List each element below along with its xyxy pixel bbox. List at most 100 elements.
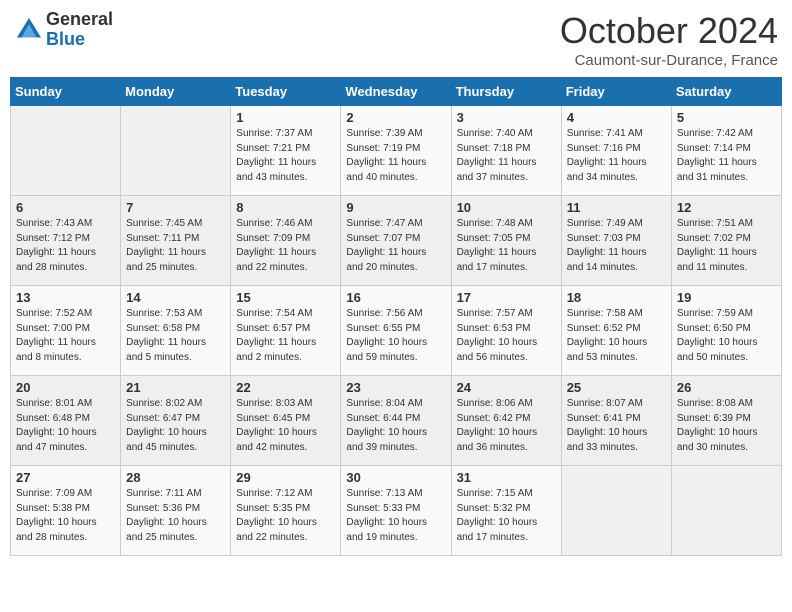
day-number: 30 xyxy=(346,470,445,485)
calendar-cell: 23 Sunrise: 8:04 AMSunset: 6:44 PMDayligh… xyxy=(341,376,451,466)
calendar-week-5: 27Sunrise: 7:09 AMSunset: 5:38 PMDayligh… xyxy=(11,466,782,556)
day-number: 3 xyxy=(457,110,556,125)
day-number: 10 xyxy=(457,200,556,215)
calendar-cell: 30 Sunrise: 7:13 AMSunset: 5:33 PMDayligh… xyxy=(341,466,451,556)
calendar-cell: 17 Sunrise: 7:57 AMSunset: 6:53 PMDayligh… xyxy=(451,286,561,376)
calendar-cell: 28Sunrise: 7:11 AMSunset: 5:36 PMDayligh… xyxy=(121,466,231,556)
day-number: 25 xyxy=(567,380,666,395)
calendar-cell xyxy=(561,466,671,556)
day-info: Sunrise: 7:53 AMSunset: 6:58 PMDaylight:… xyxy=(126,307,225,365)
day-number: 27 xyxy=(16,470,115,485)
day-info: Sunrise: 7:45 AMSunset: 7:11 PMDaylight:… xyxy=(126,217,225,275)
day-info: Sunrise: 7:52 AMSunset: 7:00 PMDaylight:… xyxy=(16,307,115,365)
header-tuesday: Tuesday xyxy=(231,78,341,106)
day-info: Sunrise: 8:04 AMSunset: 6:44 PMDaylight:… xyxy=(346,397,445,455)
day-info: Sunrise: 7:56 AMSunset: 6:55 PMDaylight:… xyxy=(346,307,445,365)
calendar-cell: 29 Sunrise: 7:12 AMSunset: 5:35 PMDayligh… xyxy=(231,466,341,556)
day-number: 14 xyxy=(126,290,225,305)
header-sunday: Sunday xyxy=(11,78,121,106)
calendar-cell: 24 Sunrise: 8:06 AMSunset: 6:42 PMDayligh… xyxy=(451,376,561,466)
day-info: Sunrise: 7:37 AMSunset: 7:21 PMDaylight:… xyxy=(236,127,335,185)
title-block: October 2024 Caumont-sur-Durance, France xyxy=(560,10,778,69)
day-number: 12 xyxy=(677,200,776,215)
day-info: Sunrise: 8:07 AMSunset: 6:41 PMDaylight:… xyxy=(567,397,666,455)
day-info: Sunrise: 7:59 AMSunset: 6:50 PMDaylight:… xyxy=(677,307,776,365)
day-number: 17 xyxy=(457,290,556,305)
calendar-cell: 5Sunrise: 7:42 AMSunset: 7:14 PMDaylight… xyxy=(671,106,781,196)
calendar-week-4: 20 Sunrise: 8:01 AMSunset: 6:48 PMDayligh… xyxy=(11,376,782,466)
day-info: Sunrise: 7:57 AMSunset: 6:53 PMDaylight:… xyxy=(457,307,556,365)
calendar-cell xyxy=(671,466,781,556)
calendar-cell: 13Sunrise: 7:52 AMSunset: 7:00 PMDayligh… xyxy=(11,286,121,376)
calendar-cell: 6 Sunrise: 7:43 AMSunset: 7:12 PMDaylight… xyxy=(11,196,121,286)
day-number: 28 xyxy=(126,470,225,485)
day-number: 9 xyxy=(346,200,445,215)
day-info: Sunrise: 8:01 AMSunset: 6:48 PMDaylight:… xyxy=(16,397,115,455)
header-thursday: Thursday xyxy=(451,78,561,106)
day-info: Sunrise: 7:43 AMSunset: 7:12 PMDaylight:… xyxy=(16,217,115,275)
calendar-cell: 16 Sunrise: 7:56 AMSunset: 6:55 PMDayligh… xyxy=(341,286,451,376)
logo-general: General xyxy=(46,9,113,29)
page-header: General Blue October 2024 Caumont-sur-Du… xyxy=(10,10,782,69)
calendar-week-2: 6 Sunrise: 7:43 AMSunset: 7:12 PMDaylight… xyxy=(11,196,782,286)
day-info: Sunrise: 7:47 AMSunset: 7:07 PMDaylight:… xyxy=(346,217,445,275)
logo-blue: Blue xyxy=(46,29,85,49)
month-title: October 2024 xyxy=(560,10,778,52)
calendar-cell: 21Sunrise: 8:02 AMSunset: 6:47 PMDayligh… xyxy=(121,376,231,466)
calendar-cell: 2Sunrise: 7:39 AMSunset: 7:19 PMDaylight… xyxy=(341,106,451,196)
calendar-cell: 8 Sunrise: 7:46 AMSunset: 7:09 PMDaylight… xyxy=(231,196,341,286)
day-info: Sunrise: 7:12 AMSunset: 5:35 PMDaylight:… xyxy=(236,487,335,545)
day-info: Sunrise: 7:58 AMSunset: 6:52 PMDaylight:… xyxy=(567,307,666,365)
calendar-cell: 20 Sunrise: 8:01 AMSunset: 6:48 PMDayligh… xyxy=(11,376,121,466)
calendar-cell: 7Sunrise: 7:45 AMSunset: 7:11 PMDaylight… xyxy=(121,196,231,286)
calendar-cell: 3Sunrise: 7:40 AMSunset: 7:18 PMDaylight… xyxy=(451,106,561,196)
calendar-cell: 11Sunrise: 7:49 AMSunset: 7:03 PMDayligh… xyxy=(561,196,671,286)
day-info: Sunrise: 7:41 AMSunset: 7:16 PMDaylight:… xyxy=(567,127,666,185)
day-info: Sunrise: 7:13 AMSunset: 5:33 PMDaylight:… xyxy=(346,487,445,545)
calendar-week-3: 13Sunrise: 7:52 AMSunset: 7:00 PMDayligh… xyxy=(11,286,782,376)
day-info: Sunrise: 7:39 AMSunset: 7:19 PMDaylight:… xyxy=(346,127,445,185)
calendar-cell: 9 Sunrise: 7:47 AMSunset: 7:07 PMDaylight… xyxy=(341,196,451,286)
day-info: Sunrise: 7:15 AMSunset: 5:32 PMDaylight:… xyxy=(457,487,556,545)
logo-text: General Blue xyxy=(46,10,113,50)
logo-icon xyxy=(14,15,44,45)
day-number: 16 xyxy=(346,290,445,305)
day-info: Sunrise: 8:08 AMSunset: 6:39 PMDaylight:… xyxy=(677,397,776,455)
day-number: 18 xyxy=(567,290,666,305)
calendar-cell: 27Sunrise: 7:09 AMSunset: 5:38 PMDayligh… xyxy=(11,466,121,556)
calendar-cell: 26Sunrise: 8:08 AMSunset: 6:39 PMDayligh… xyxy=(671,376,781,466)
day-info: Sunrise: 8:03 AMSunset: 6:45 PMDaylight:… xyxy=(236,397,335,455)
day-number: 1 xyxy=(236,110,335,125)
day-number: 6 xyxy=(16,200,115,215)
calendar-cell xyxy=(11,106,121,196)
day-info: Sunrise: 7:49 AMSunset: 7:03 PMDaylight:… xyxy=(567,217,666,275)
day-number: 23 xyxy=(346,380,445,395)
day-info: Sunrise: 8:06 AMSunset: 6:42 PMDaylight:… xyxy=(457,397,556,455)
calendar-cell: 18 Sunrise: 7:58 AMSunset: 6:52 PMDayligh… xyxy=(561,286,671,376)
header-saturday: Saturday xyxy=(671,78,781,106)
day-number: 20 xyxy=(16,380,115,395)
day-number: 8 xyxy=(236,200,335,215)
calendar-cell: 25 Sunrise: 8:07 AMSunset: 6:41 PMDayligh… xyxy=(561,376,671,466)
location: Caumont-sur-Durance, France xyxy=(560,52,778,69)
calendar-body: 1 Sunrise: 7:37 AMSunset: 7:21 PMDaylight… xyxy=(11,106,782,556)
calendar-week-1: 1 Sunrise: 7:37 AMSunset: 7:21 PMDaylight… xyxy=(11,106,782,196)
day-info: Sunrise: 7:51 AMSunset: 7:02 PMDaylight:… xyxy=(677,217,776,275)
day-number: 19 xyxy=(677,290,776,305)
day-info: Sunrise: 7:54 AMSunset: 6:57 PMDaylight:… xyxy=(236,307,335,365)
day-number: 21 xyxy=(126,380,225,395)
day-number: 4 xyxy=(567,110,666,125)
day-number: 24 xyxy=(457,380,556,395)
day-number: 31 xyxy=(457,470,556,485)
calendar-cell: 12 Sunrise: 7:51 AMSunset: 7:02 PMDayligh… xyxy=(671,196,781,286)
calendar-cell: 1 Sunrise: 7:37 AMSunset: 7:21 PMDaylight… xyxy=(231,106,341,196)
day-number: 22 xyxy=(236,380,335,395)
day-info: Sunrise: 7:48 AMSunset: 7:05 PMDaylight:… xyxy=(457,217,556,275)
logo: General Blue xyxy=(14,10,113,50)
day-info: Sunrise: 7:46 AMSunset: 7:09 PMDaylight:… xyxy=(236,217,335,275)
calendar-cell: 19 Sunrise: 7:59 AMSunset: 6:50 PMDayligh… xyxy=(671,286,781,376)
day-info: Sunrise: 7:42 AMSunset: 7:14 PMDaylight:… xyxy=(677,127,776,185)
day-number: 15 xyxy=(236,290,335,305)
header-monday: Monday xyxy=(121,78,231,106)
day-number: 29 xyxy=(236,470,335,485)
